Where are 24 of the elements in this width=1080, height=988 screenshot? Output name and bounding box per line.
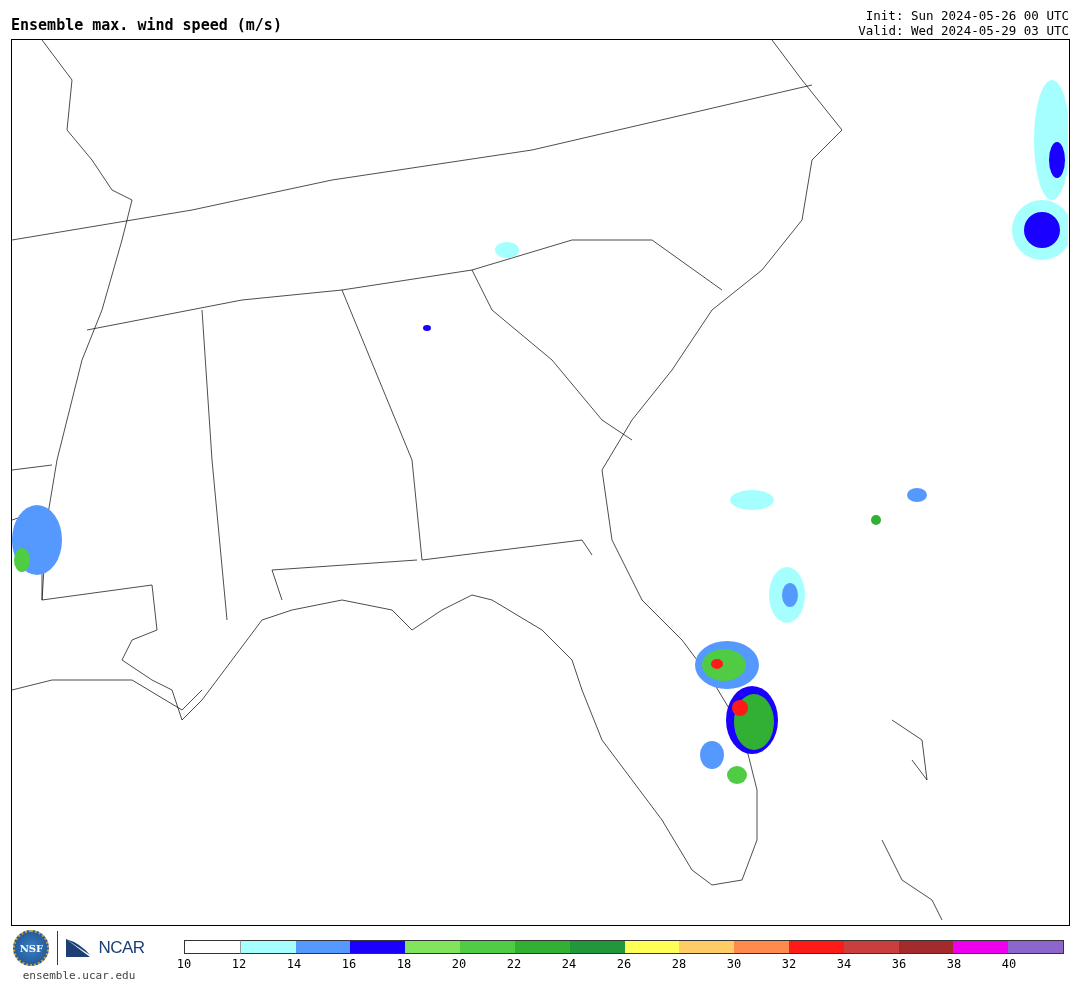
tick-label: 14 — [286, 957, 302, 971]
chart-title: Ensemble max. wind speed (m/s) — [11, 16, 282, 34]
tick-label: 28 — [671, 957, 687, 971]
tick-label: 32 — [781, 957, 797, 971]
logo-divider — [57, 931, 59, 965]
tick-label: 38 — [946, 957, 962, 971]
ncar-logo: NCAR — [98, 938, 145, 958]
tick-label: 36 — [891, 957, 907, 971]
tick-label: 16 — [341, 957, 357, 971]
tick-label: 26 — [616, 957, 632, 971]
init-time: Init: Sun 2024-05-26 00 UTC — [865, 8, 1069, 23]
tick-label: 12 — [231, 957, 247, 971]
tick-label: 24 — [561, 957, 577, 971]
tick-label: 40 — [1001, 957, 1017, 971]
nsf-logo: NSF — [13, 930, 50, 966]
wave-icon — [66, 939, 91, 957]
tick-label: 10 — [176, 957, 192, 971]
tick-label: 30 — [726, 957, 742, 971]
tick-label: 20 — [451, 957, 467, 971]
website-url: ensemble.ucar.edu — [22, 969, 136, 982]
tick-label: 22 — [506, 957, 522, 971]
tick-label: 34 — [836, 957, 852, 971]
valid-time: Valid: Wed 2024-05-29 03 UTC — [858, 23, 1069, 38]
tick-label: 18 — [396, 957, 412, 971]
